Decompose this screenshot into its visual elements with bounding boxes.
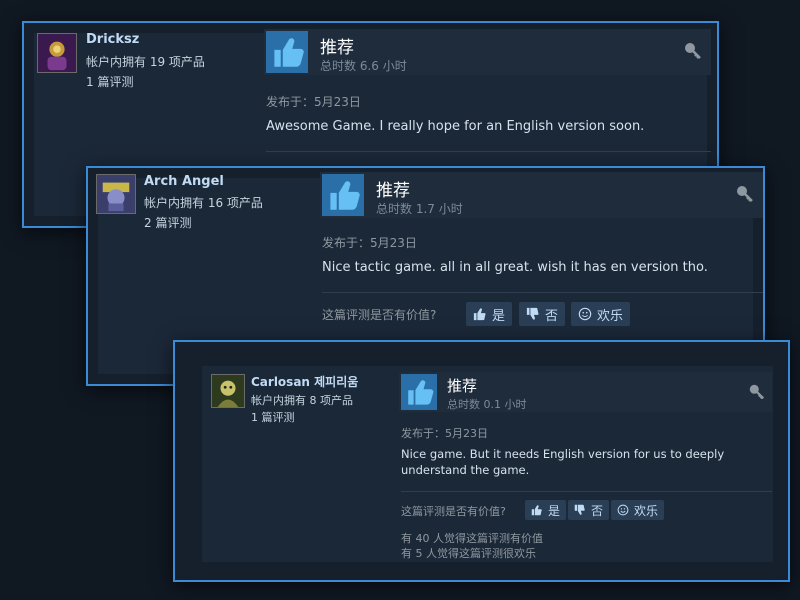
username[interactable]: Dricksz [86, 32, 139, 47]
thumbs-down-icon [574, 504, 585, 515]
helpful-question: 这篇评测是否有价值? [401, 505, 506, 518]
avatar-image [38, 34, 76, 72]
award-icon[interactable] [683, 41, 703, 61]
avatar[interactable] [37, 33, 77, 73]
divider [401, 491, 772, 492]
vote-yes-button[interactable]: 是 [525, 500, 567, 520]
review-text: Nice tactic game. all in all great. wish… [322, 260, 708, 275]
award-icon[interactable] [735, 184, 755, 204]
recommendation-title: 推荐 [447, 377, 478, 395]
recommendation-title: 推荐 [320, 38, 354, 58]
review-count[interactable]: 1 篇评测 [251, 409, 295, 425]
thumbs-up-icon [266, 31, 308, 73]
vote-yes-label: 是 [492, 308, 506, 324]
review-count[interactable]: 1 篇评测 [86, 73, 133, 90]
username[interactable]: Arch Angel [144, 174, 224, 189]
funny-count: 有 5 人觉得这篇评测很欢乐 [401, 547, 536, 560]
vote-no-button[interactable]: 否 [568, 500, 610, 520]
thumbs-up-icon [473, 308, 486, 321]
smiley-icon [617, 504, 629, 516]
vote-header[interactable]: 推荐 总时数 0.1 小时 [399, 372, 772, 412]
thumbs-up-icon [322, 174, 364, 216]
review-text: Nice game. But it needs English version … [401, 447, 725, 477]
posted-date: 发布于：5月23日 [401, 427, 488, 440]
username[interactable]: Carlosan 제피리움 [251, 373, 358, 390]
vote-header[interactable]: 推荐 总时数 1.7 小时 [320, 172, 763, 218]
vote-funny-button[interactable]: 欢乐 [611, 500, 665, 520]
vote-funny-button[interactable]: 欢乐 [571, 302, 631, 326]
products-owned[interactable]: 帐户内拥有 19 项产品 [86, 53, 205, 70]
thumbs-up-icon [531, 505, 542, 516]
posted-date: 发布于：5月23日 [266, 95, 361, 109]
playtime-hours: 总时数 1.7 小时 [376, 202, 463, 216]
avatar[interactable] [96, 174, 136, 214]
review-card-3: Carlosan 제피리움 帐户内拥有 8 项产品 1 篇评测 推荐 总时数 0… [173, 340, 790, 582]
thumbs-up-icon [401, 374, 437, 410]
playtime-hours: 总时数 6.6 小时 [320, 59, 407, 73]
award-icon[interactable] [748, 383, 766, 401]
avatar-image [212, 375, 244, 407]
smiley-icon [578, 307, 592, 321]
avatar-image [97, 175, 135, 213]
posted-date: 发布于：5月23日 [322, 236, 417, 250]
vote-no-label: 否 [545, 308, 559, 324]
helpful-question: 这篇评测是否有价值? [322, 308, 437, 322]
vote-funny-label: 欢乐 [597, 308, 624, 324]
thumbs-down-icon [526, 307, 539, 320]
vote-yes-button[interactable]: 是 [466, 302, 513, 326]
vote-yes-label: 是 [548, 503, 561, 518]
products-owned[interactable]: 帐户内拥有 8 项产品 [251, 392, 353, 408]
review-text: Awesome Game. I really hope for an Engli… [266, 119, 645, 134]
vote-no-label: 否 [591, 503, 604, 518]
review-count[interactable]: 2 篇评测 [144, 214, 191, 231]
divider [322, 292, 763, 293]
recommendation-title: 推荐 [376, 181, 410, 201]
vote-header[interactable]: 推荐 总时数 6.6 小时 [264, 29, 711, 75]
helpful-count: 有 40 人觉得这篇评测有价值 [401, 532, 543, 545]
playtime-hours: 总时数 0.1 小时 [447, 398, 527, 411]
products-owned[interactable]: 帐户内拥有 16 项产品 [144, 194, 263, 211]
avatar[interactable] [211, 374, 245, 408]
vote-no-button[interactable]: 否 [519, 302, 566, 326]
vote-funny-label: 欢乐 [634, 503, 659, 518]
divider [266, 151, 711, 152]
